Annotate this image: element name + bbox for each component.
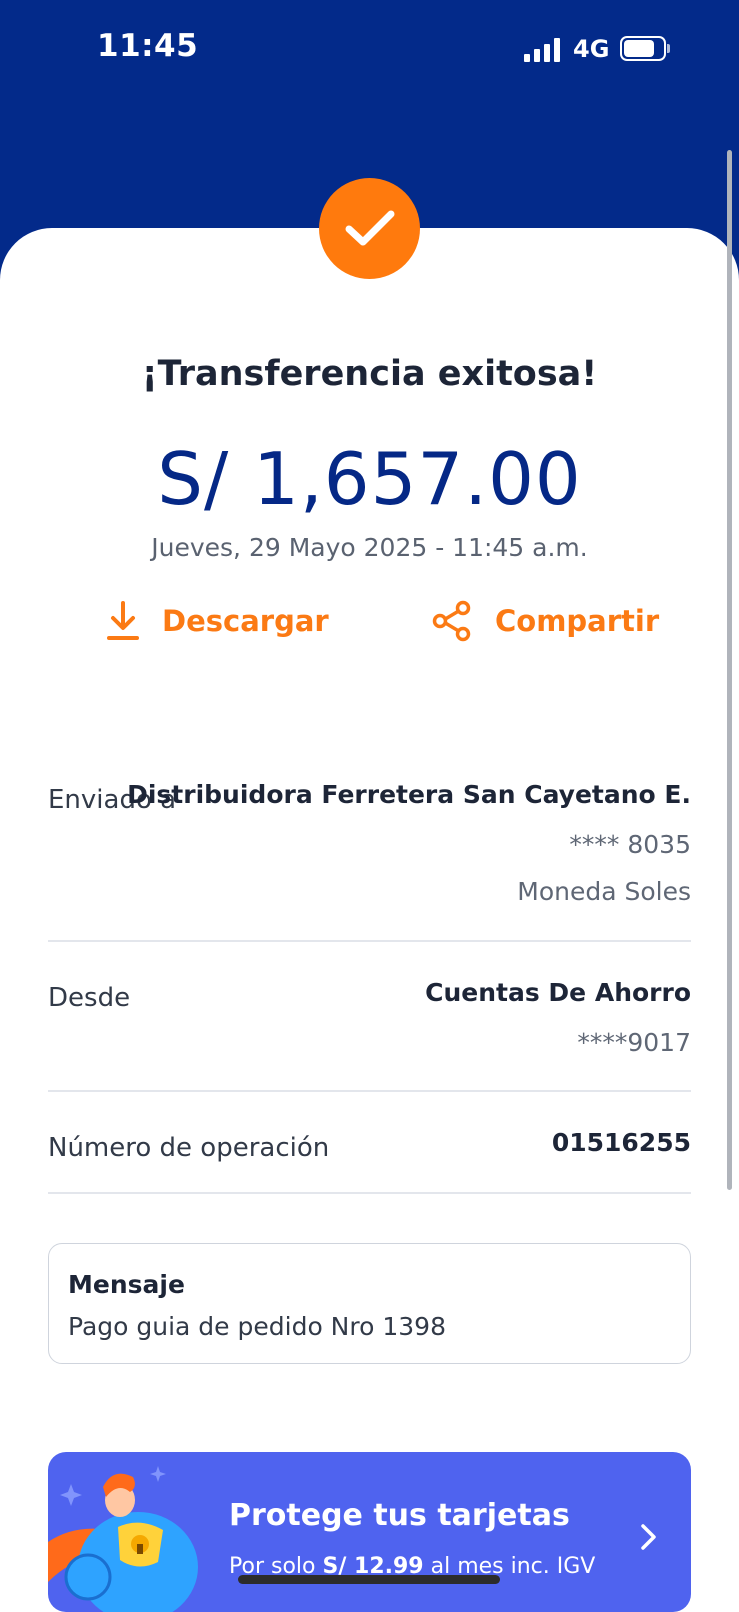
scrollbar[interactable] <box>727 150 732 1190</box>
message-text: Pago guia de pedido Nro 1398 <box>68 1312 446 1341</box>
download-label: Descargar <box>162 604 329 638</box>
transfer-datetime: Jueves, 29 Mayo 2025 - 11:45 a.m. <box>151 533 588 562</box>
success-badge <box>319 178 420 279</box>
download-icon <box>107 601 139 640</box>
home-indicator[interactable] <box>238 1575 500 1584</box>
page-title: ¡Transferencia exitosa! <box>141 354 598 394</box>
battery-icon <box>620 36 670 61</box>
message-title: Mensaje <box>68 1270 185 1299</box>
divider <box>48 1090 691 1092</box>
network-type: 4G <box>573 35 610 63</box>
superhero-illustration <box>48 1466 198 1612</box>
receipt-card <box>0 228 739 1600</box>
status-bar: 11:45 4G <box>0 0 739 100</box>
recipient-currency: Moneda Soles <box>517 877 691 906</box>
from-label: Desde <box>48 983 131 1013</box>
operation-number: 01516255 <box>551 1128 691 1157</box>
from-account-number: ****9017 <box>577 1028 691 1057</box>
promo-banner[interactable]: Protege tus tarjetas Por solo S/ 12.99 a… <box>48 1452 691 1612</box>
divider <box>48 1192 691 1194</box>
sent-to-row: Enviado a Distribuidora Ferretera San Ca… <box>48 780 691 910</box>
check-icon <box>345 210 395 246</box>
share-button[interactable]: Compartir <box>431 600 659 642</box>
status-time: 11:45 <box>97 28 199 64</box>
chevron-right-icon <box>641 1524 656 1550</box>
from-row: Desde Cuentas De Ahorro ****9017 <box>48 978 691 1058</box>
operation-row: Número de operación 01516255 <box>48 1128 691 1168</box>
banner-title: Protege tus tarjetas <box>229 1498 570 1533</box>
share-label: Compartir <box>495 604 660 638</box>
operation-label: Número de operación <box>48 1133 330 1163</box>
signal-icon <box>524 38 564 62</box>
recipient-account: **** 8035 <box>569 830 691 859</box>
recipient-name: Distribuidora Ferretera San Cayetano E. <box>127 780 691 809</box>
from-account-type: Cuentas De Ahorro <box>425 978 691 1007</box>
message-box: Mensaje Pago guia de pedido Nro 1398 <box>48 1243 691 1364</box>
download-button[interactable]: Descargar <box>106 600 329 642</box>
transfer-amount: S/ 1,657.00 <box>157 437 582 521</box>
divider <box>48 940 691 942</box>
share-icon <box>432 600 471 642</box>
